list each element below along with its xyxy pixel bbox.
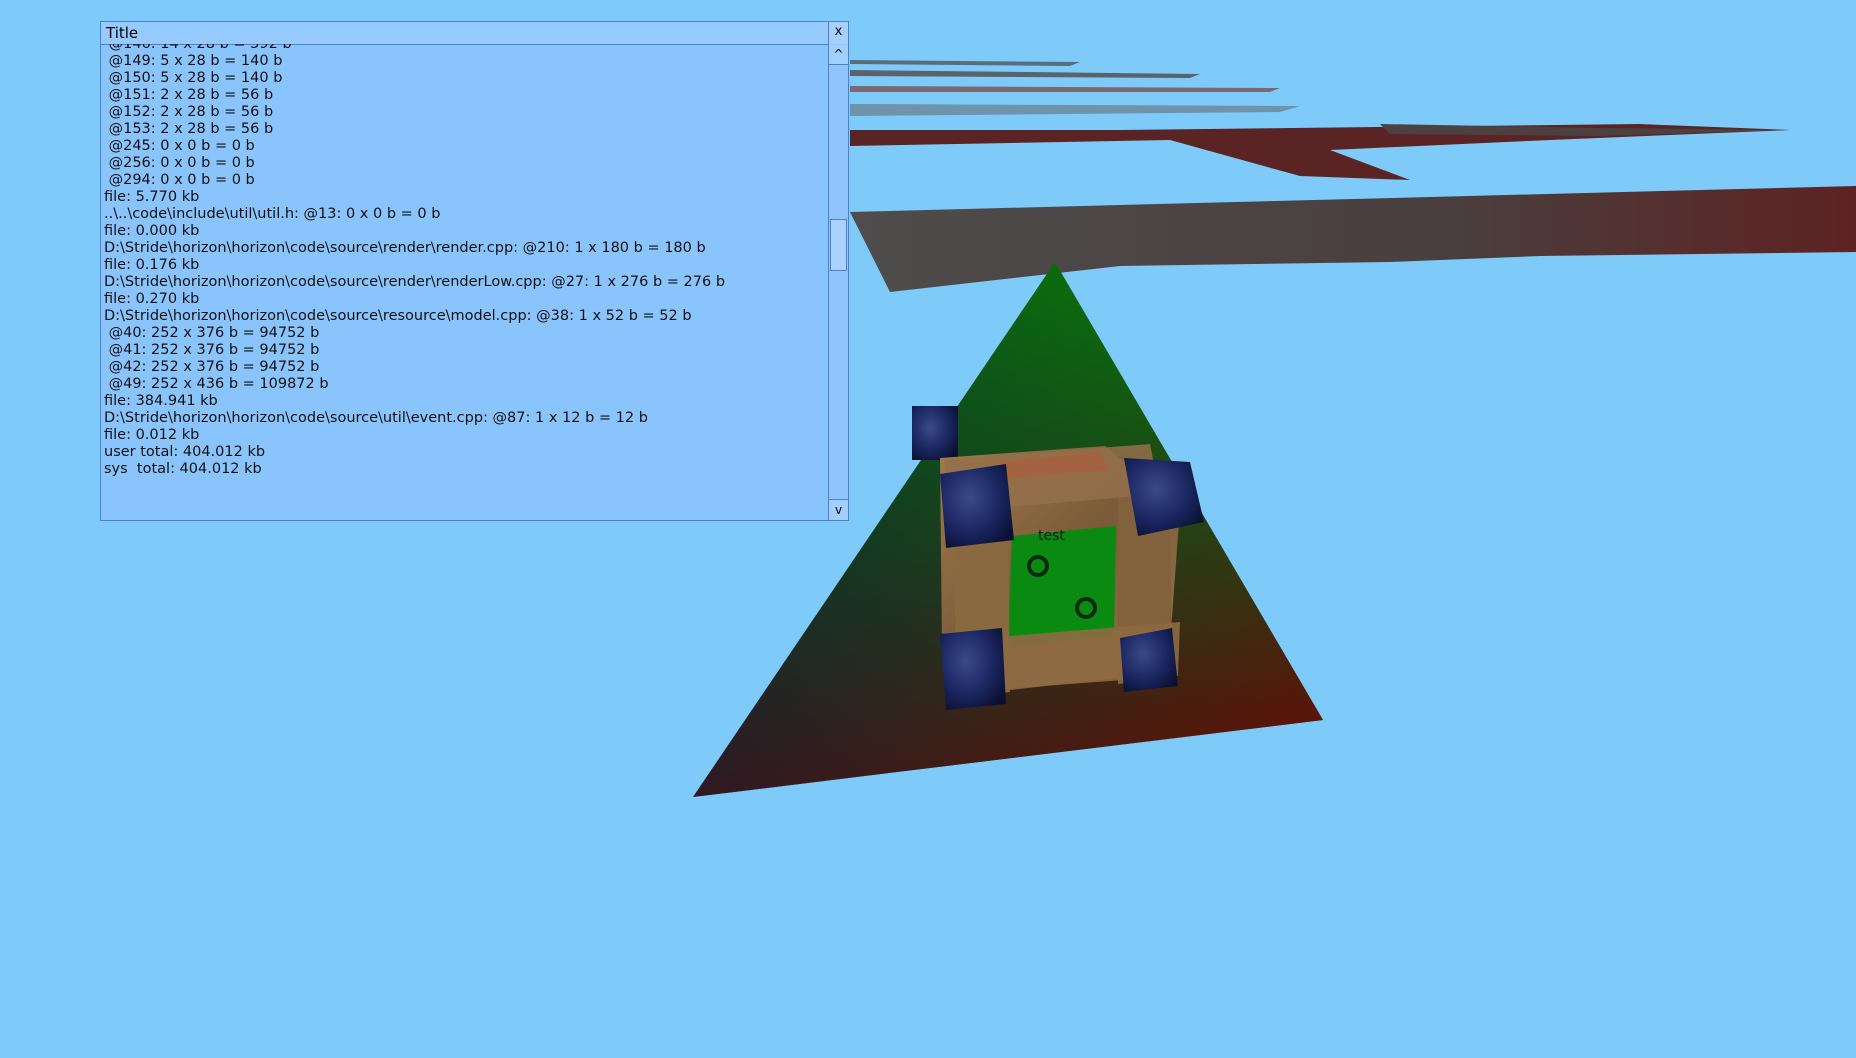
log-line: file: 0.270 kb bbox=[104, 291, 200, 307]
memory-log-window[interactable]: Title x @146: 14 x 28 b = 392 b @149: 5 … bbox=[100, 21, 849, 521]
log-line: @49: 252 x 436 b = 109872 b bbox=[104, 376, 329, 392]
vertical-scrollbar[interactable]: ^ v bbox=[828, 44, 848, 520]
log-line: @149: 5 x 28 b = 140 b bbox=[104, 53, 283, 69]
log-line: @294: 0 x 0 b = 0 b bbox=[104, 172, 255, 188]
log-line: @245: 0 x 0 b = 0 b bbox=[104, 138, 255, 154]
log-line: D:\Stride\horizon\horizon\code\source\re… bbox=[104, 240, 706, 256]
window-title: Title bbox=[106, 24, 139, 42]
log-line: D:\Stride\horizon\horizon\code\source\re… bbox=[104, 308, 692, 324]
log-line: @150: 5 x 28 b = 140 b bbox=[104, 70, 283, 86]
window-titlebar[interactable]: Title x bbox=[101, 22, 848, 45]
log-line: file: 384.941 kb bbox=[104, 393, 218, 409]
log-line: @42: 252 x 376 b = 94752 b bbox=[104, 359, 320, 375]
log-lines: @146: 14 x 28 b = 392 b @149: 5 x 28 b =… bbox=[104, 44, 725, 478]
log-line: @256: 0 x 0 b = 0 b bbox=[104, 155, 255, 171]
log-line: user total: 404.012 kb bbox=[104, 444, 266, 460]
log-line: D:\Stride\horizon\horizon\code\source\re… bbox=[104, 274, 726, 290]
log-line: @151: 2 x 28 b = 56 b bbox=[104, 87, 274, 103]
scroll-thumb[interactable] bbox=[830, 219, 847, 271]
log-line: sys total: 404.012 kb bbox=[104, 461, 262, 477]
log-line: file: 0.176 kb bbox=[104, 257, 200, 273]
log-line: @152: 2 x 28 b = 56 b bbox=[104, 104, 274, 120]
log-line: file: 0.012 kb bbox=[104, 427, 200, 443]
floor-geometry bbox=[850, 60, 1856, 292]
log-line: @41: 252 x 376 b = 94752 b bbox=[104, 342, 320, 358]
log-line: @40: 252 x 376 b = 94752 b bbox=[104, 325, 320, 341]
close-button[interactable]: x bbox=[828, 22, 848, 44]
scroll-down-button[interactable]: v bbox=[829, 499, 848, 520]
scroll-up-button[interactable]: ^ bbox=[829, 44, 848, 65]
crate-label: test bbox=[1038, 528, 1065, 544]
log-line: D:\Stride\horizon\horizon\code\source\ut… bbox=[104, 410, 648, 426]
log-line: file: 5.770 kb bbox=[104, 189, 200, 205]
log-output: @146: 14 x 28 b = 392 b @149: 5 x 28 b =… bbox=[102, 44, 828, 520]
log-line: ..\..\code\include\util\util.h: @13: 0 x… bbox=[104, 206, 441, 222]
log-line: @146: 14 x 28 b = 392 b bbox=[104, 44, 292, 52]
log-line: @153: 2 x 28 b = 56 b bbox=[104, 121, 274, 137]
log-line: file: 0.000 kb bbox=[104, 223, 200, 239]
